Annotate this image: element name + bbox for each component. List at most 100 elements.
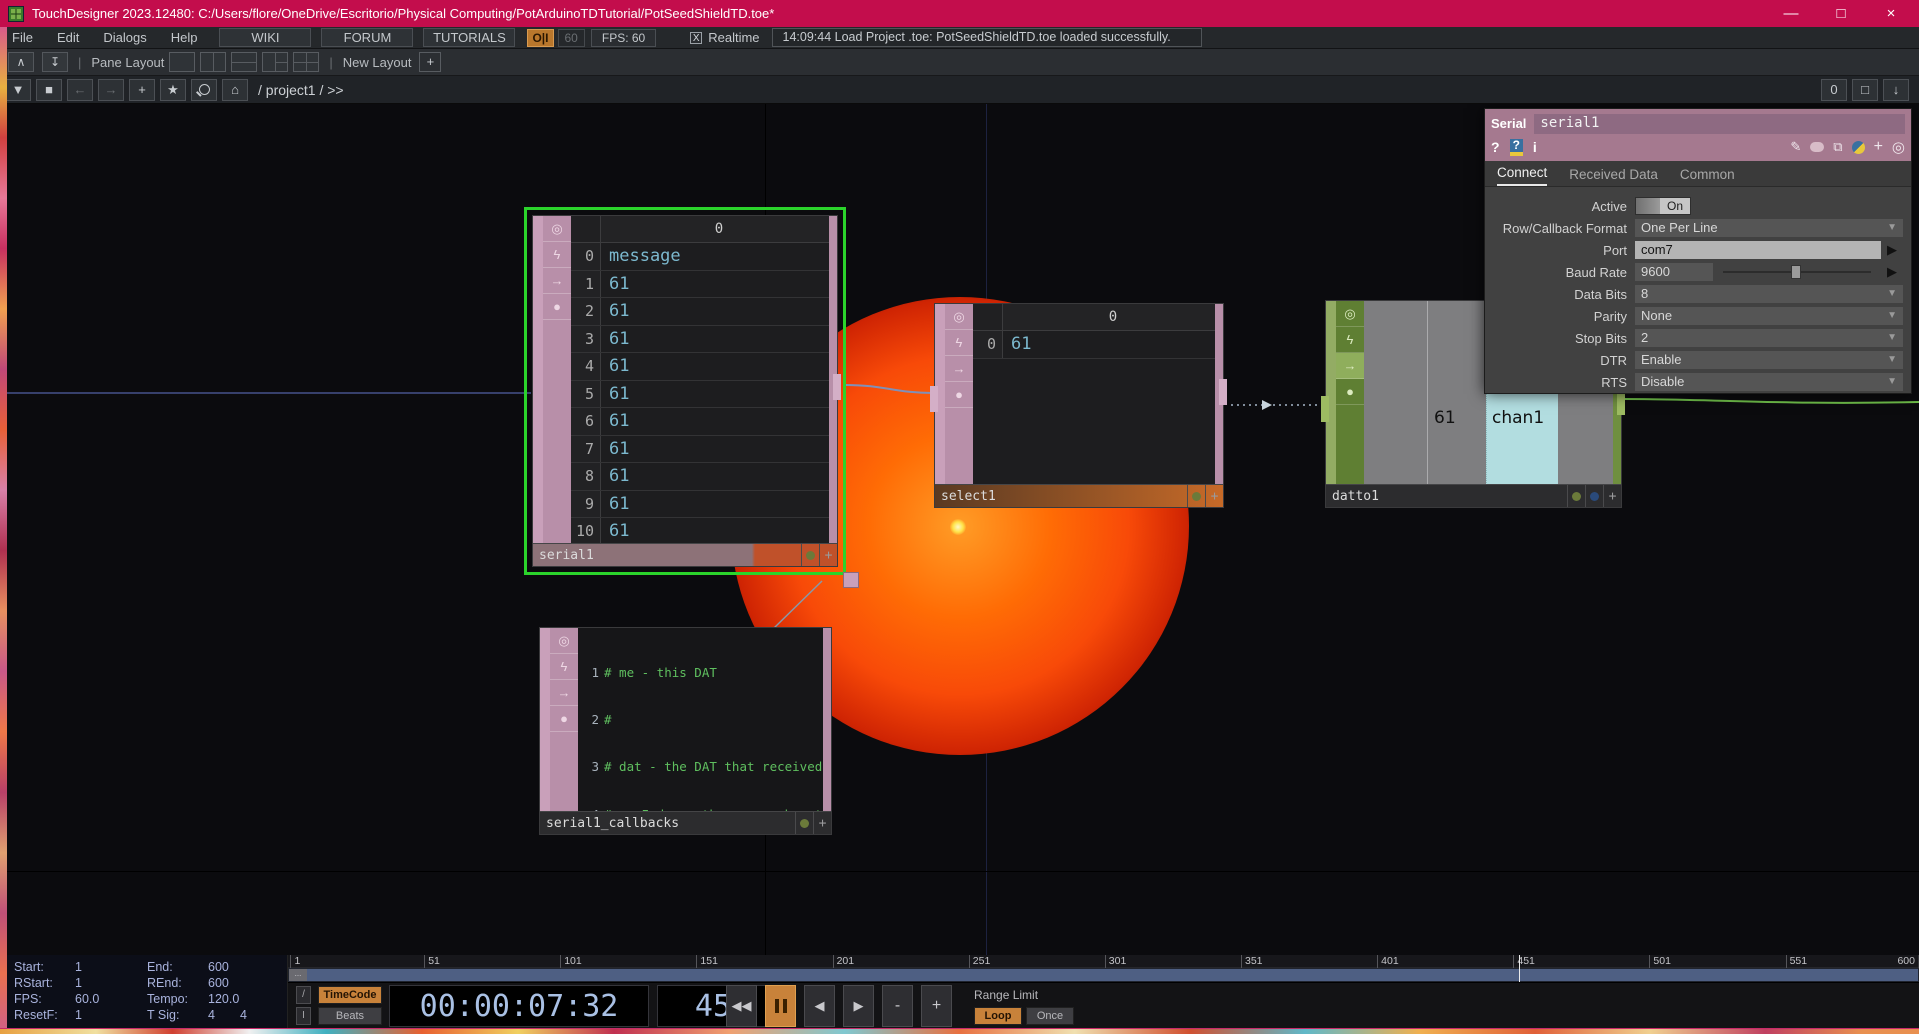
tab-common[interactable]: Common [1680,167,1735,186]
resetf-value[interactable]: 1 [75,1008,82,1022]
operator-name-field[interactable]: serial1 [1534,114,1905,134]
flag-icon[interactable]: ϟ [543,242,571,268]
jump-to-start-button[interactable]: ◀◀ [726,985,757,1027]
node-serial1-callbacks[interactable]: ◎ ϟ → ● 1# me - this DAT 2# 3# dat - the… [539,627,832,835]
floating-window-icon[interactable]: □ [1852,79,1878,101]
loop-button[interactable]: Loop [974,1007,1022,1025]
tab-received-data[interactable]: Received Data [1569,167,1658,186]
parameter-panel-header[interactable]: Serial serial1 ? ? i ✎ ⧉ + ◎ [1485,109,1911,161]
step-back-button[interactable]: ◀ [804,985,835,1027]
add-parameter-icon[interactable]: + [1874,138,1883,156]
input-connector[interactable] [1321,396,1329,422]
node-serial1[interactable]: ◎ ϟ → ● 0 0message 161 261 361 461 [532,215,838,567]
menu-arrow-icon[interactable]: ▶ [1881,264,1903,280]
beats-mode-button[interactable]: Beats [318,1007,382,1025]
node-footer[interactable]: serial1_callbacks + [540,811,831,834]
node-export-cell[interactable] [1585,485,1603,507]
arrow-icon[interactable]: → [543,268,571,294]
forward-icon[interactable]: → [98,79,124,101]
decrement-button[interactable]: - [882,985,913,1027]
bypass-icon[interactable]: ● [1336,379,1364,405]
arrow-icon[interactable]: → [1336,353,1364,379]
menu-help[interactable]: Help [159,27,210,48]
copy-parameters-icon[interactable]: ⧉ [1833,139,1842,155]
node-comment-cell[interactable] [795,812,813,834]
rts-dropdown[interactable]: Disable▼ [1635,373,1903,391]
data-bits-dropdown[interactable]: 8▼ [1635,285,1903,303]
add-layout-button[interactable]: + [419,52,441,72]
arrow-icon[interactable]: → [550,680,578,706]
maximize-button[interactable]: □ [1827,5,1855,22]
node-add-cell[interactable]: + [1603,485,1621,507]
frame-mode-button[interactable]: / [296,986,311,1004]
parity-dropdown[interactable]: None▼ [1635,307,1903,325]
fps-value[interactable]: 60.0 [75,992,99,1006]
tab-connect[interactable]: Connect [1497,165,1547,186]
dtr-dropdown[interactable]: Enable▼ [1635,351,1903,369]
play-forward-button[interactable]: ▶ [843,985,874,1027]
add-operator-icon[interactable]: + [129,79,155,101]
node-add-cell[interactable]: + [1205,485,1223,507]
integer-mode-button[interactable]: I [296,1007,311,1025]
node-add-cell[interactable]: + [813,812,831,834]
edit-comment-icon[interactable]: ✎ [1790,139,1801,155]
rstart-value[interactable]: 1 [75,976,82,990]
timecode-mode-button[interactable]: TimeCode [318,986,382,1004]
node-select1[interactable]: ◎ ϟ → ● 0 061 select1 [934,303,1224,508]
anchor-pane-icon[interactable]: ↧ [42,52,68,72]
realtime-toggle[interactable]: X Realtime [690,30,759,45]
input-connector-strip[interactable] [533,216,543,566]
end-value[interactable]: 600 [208,960,229,974]
midi-io-indicator[interactable]: O|I [527,29,553,47]
start-value[interactable]: 1 [75,960,82,974]
bypass-icon[interactable]: ● [945,382,973,408]
collapse-pane-icon[interactable]: ∧ [8,52,34,72]
tsig-value-2[interactable]: 4 [240,1008,247,1022]
pane-type-dropdown-icon[interactable]: ▼ [5,79,31,101]
docked-dat-indicator[interactable] [843,572,859,588]
zoom-fit-icon[interactable] [191,79,217,101]
network-path-breadcrumb[interactable]: / project1 / >> [258,82,344,98]
python-help-icon[interactable]: ? [1510,139,1523,156]
stop-bits-dropdown[interactable]: 2▼ [1635,329,1903,347]
viewer-toggle-icon[interactable]: ◎ [543,216,571,242]
menu-dialogs[interactable]: Dialogs [91,27,158,48]
layout-preset-vsplit[interactable] [200,52,226,72]
help-icon[interactable]: ? [1491,139,1500,155]
bypass-icon[interactable]: ● [550,706,578,732]
viewer-toggle-icon[interactable]: ◎ [550,628,578,654]
realtime-checkbox-icon[interactable]: X [690,32,702,44]
layout-preset-single[interactable] [169,52,195,72]
rend-value[interactable]: 600 [208,976,229,990]
bookmark-icon[interactable]: ★ [160,79,186,101]
format-dropdown[interactable]: One Per Line▼ [1635,219,1903,237]
wiki-button[interactable]: WIKI [219,28,311,47]
forum-button[interactable]: FORUM [321,28,413,47]
active-toggle[interactable]: On [1635,197,1691,215]
output-connector-strip[interactable] [823,628,831,811]
port-field[interactable]: com7 [1635,241,1881,259]
stop-icon[interactable]: ■ [36,79,62,101]
close-button[interactable]: × [1877,5,1905,22]
back-icon[interactable]: ← [67,79,93,101]
layout-preset-hsplit[interactable] [231,52,257,72]
node-add-cell[interactable]: + [819,544,837,566]
tsig-value-1[interactable]: 4 [208,1008,215,1022]
comment-bubble-icon[interactable] [1810,142,1824,152]
bypass-icon[interactable]: ● [543,294,571,320]
flag-icon[interactable]: ϟ [1336,327,1364,353]
layout-preset-mixed[interactable] [262,52,288,72]
flag-icon[interactable]: ϟ [945,330,973,356]
pause-button[interactable] [765,985,796,1027]
frame-ruler[interactable]: 1 51 101 151 201 251 301 351 401 451 501… [288,955,1919,968]
slider-handle[interactable] [1791,265,1801,279]
title-bar[interactable]: TouchDesigner 2023.12480: C:/Users/flore… [0,0,1919,27]
flag-icon[interactable]: ϟ [550,654,578,680]
network-editor[interactable]: ◎ ϟ → ● 0 0message 161 261 361 461 [0,104,1919,955]
home-icon[interactable]: ⌂ [222,79,248,101]
viewer-toggle-icon[interactable]: ◎ [1336,301,1364,327]
range-bar[interactable]: ... [288,968,1919,982]
node-comment-cell[interactable] [1567,485,1585,507]
info-icon[interactable]: i [1533,139,1537,155]
minimize-button[interactable]: — [1777,5,1805,22]
